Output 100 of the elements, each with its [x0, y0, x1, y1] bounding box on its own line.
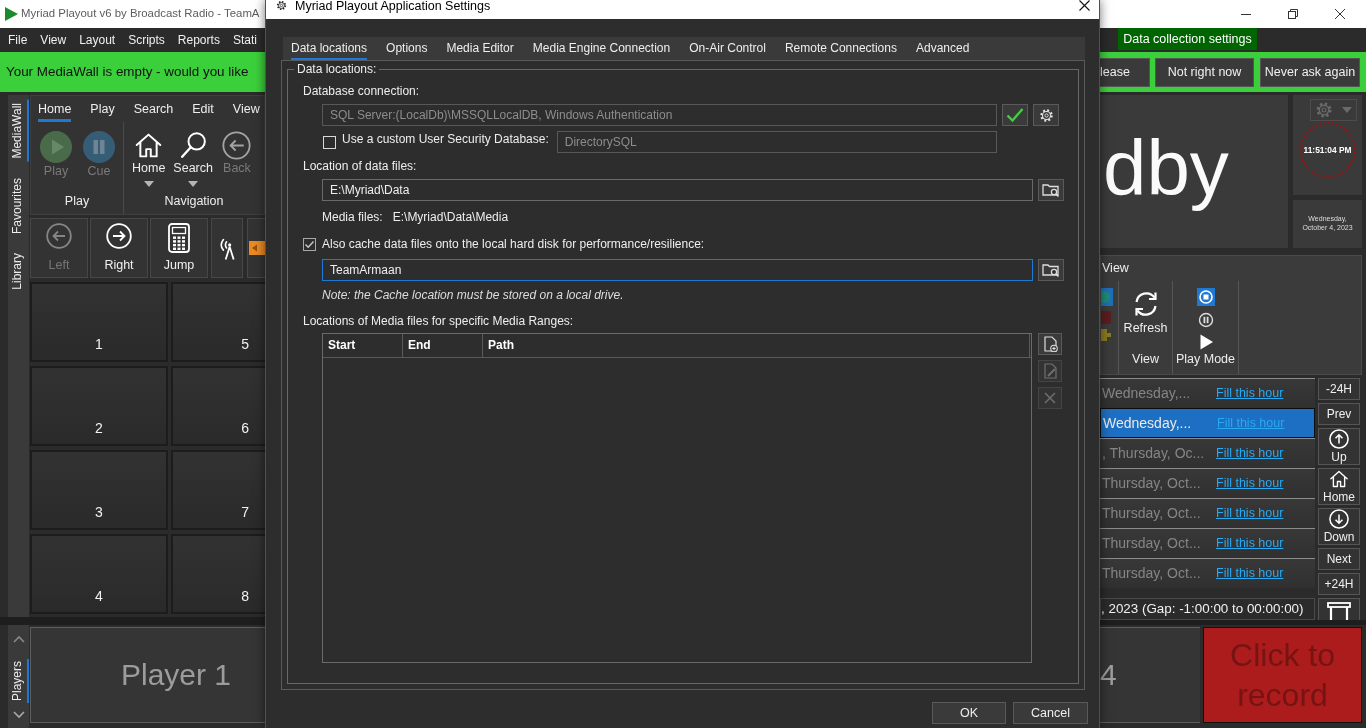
checkbox[interactable] [303, 237, 316, 251]
play-icon[interactable] [1197, 334, 1214, 350]
browse-button[interactable] [1038, 179, 1064, 201]
log-row[interactable]: Wednesday,... Fill this hour [1100, 378, 1315, 408]
log-nav-button[interactable]: Next [1318, 548, 1360, 570]
wall-slot[interactable]: 8 [171, 534, 265, 614]
settings-tab[interactable]: Data locations [291, 37, 368, 60]
toolbar-button[interactable] [247, 218, 265, 278]
tile-icon [1101, 288, 1113, 306]
fill-hour-link[interactable]: Fill this hour [1216, 446, 1284, 461]
toolbar-button[interactable]: Jump [150, 218, 208, 278]
banner-button[interactable]: Never ask again [1260, 57, 1360, 87]
banner-button[interactable]: Not right now [1155, 57, 1254, 87]
column-header[interactable]: End [403, 334, 483, 357]
pause-icon[interactable] [1197, 312, 1214, 328]
text-field[interactable]: TeamArmaan [322, 259, 1033, 281]
calculator-icon [168, 223, 190, 253]
fill-hour-link[interactable]: Fill this hour [1216, 386, 1284, 401]
wall-slot[interactable]: 4 [30, 534, 168, 614]
wall-slot[interactable]: 5 [171, 282, 265, 362]
settings-tab[interactable]: Media Editor [446, 37, 514, 60]
stop-icon[interactable] [1196, 288, 1215, 306]
log-row[interactable]: Thursday, Oct... Fill this hour [1100, 498, 1315, 528]
fill-hour-link[interactable]: Fill this hour [1216, 476, 1284, 491]
block-icon [1101, 329, 1111, 341]
dialog-title: Myriad Playout Application Settings [295, 0, 491, 12]
menu-item[interactable]: File [8, 32, 28, 48]
chevron-down-icon[interactable] [12, 711, 25, 719]
menu-item[interactable]: View [40, 32, 67, 48]
log-nav-button[interactable]: Home [1318, 468, 1360, 505]
ribbon-button[interactable]: Search [173, 131, 213, 187]
fill-hour-link[interactable]: Fill this hour [1216, 506, 1284, 521]
log-nav-button[interactable]: -24H [1318, 378, 1360, 400]
clock-time: 11:51:04 PM [1303, 144, 1352, 156]
log-nav-button[interactable]: Prev [1318, 403, 1360, 425]
log-nav-button[interactable]: Down [1318, 508, 1360, 545]
fill-hour-link[interactable]: Fill this hour [1216, 566, 1284, 581]
wall-slot[interactable]: 2 [30, 366, 168, 446]
log-date: , Thursday, Oc... [1101, 445, 1206, 462]
edit-file-icon [1042, 363, 1058, 379]
log-row[interactable]: Thursday, Oct... Fill this hour [1100, 528, 1315, 558]
data-collection-tab[interactable]: Data collection settings [1118, 28, 1257, 50]
note-text: Note: the Cache location must be stored on a local drive. [322, 287, 624, 303]
log-nav-button[interactable] [1318, 598, 1360, 620]
refresh-button[interactable]: Refresh [1123, 281, 1168, 336]
group-label: View [1131, 352, 1160, 368]
ribbon-tab[interactable]: Search [133, 100, 174, 122]
log-row[interactable]: Thursday, Oct... Fill this hour [1100, 558, 1315, 588]
menu-item[interactable]: Reports [177, 32, 220, 48]
folder-search-icon [1042, 182, 1060, 198]
ribbon-tab[interactable]: Edit [192, 100, 214, 122]
log-date: Thursday, Oct... [1101, 565, 1202, 582]
toolbar-button[interactable]: Right [90, 218, 148, 278]
ribbon-tab[interactable]: Play [90, 100, 115, 122]
window-title: Myriad Playout v6 by Broadcast Radio - TeamA [21, 7, 260, 21]
stool-icon [1327, 602, 1351, 620]
settings-tab[interactable]: Advanced [915, 37, 970, 60]
home-icon [134, 131, 164, 160]
settings-tab[interactable]: On-Air Control [689, 37, 766, 60]
app-logo-icon [5, 7, 18, 21]
tile-icon [1101, 311, 1111, 324]
menu-item[interactable]: Stati [232, 32, 257, 48]
side-tab[interactable]: Library [8, 249, 29, 293]
log-date: Thursday, Oct... [1101, 475, 1202, 492]
dialog-button[interactable]: OK [932, 702, 1006, 724]
toolbar-button[interactable] [211, 218, 243, 278]
range-action-button[interactable] [1038, 333, 1062, 355]
log-nav-button[interactable]: Up [1318, 428, 1360, 465]
chevron-up-icon[interactable] [12, 635, 25, 643]
column-header[interactable]: Path [483, 334, 1030, 357]
menu-item[interactable]: Scripts [128, 32, 165, 48]
fill-hour-link[interactable]: Fill this hour [1216, 536, 1284, 551]
close-icon [1078, 0, 1090, 11]
field-label: Location of data files: [303, 158, 417, 174]
dialog-button[interactable]: Cancel [1013, 702, 1088, 724]
settings-tab[interactable]: Options [386, 37, 428, 60]
settings-button[interactable] [1033, 104, 1059, 126]
wall-slot[interactable]: 3 [30, 450, 168, 530]
log-nav-button[interactable]: +24H [1318, 573, 1360, 595]
ribbon-button[interactable]: Home [132, 131, 166, 187]
field-label: Database connection: [303, 83, 420, 99]
banner-button[interactable]: lease [1100, 57, 1150, 87]
ribbon-tab[interactable]: View [1102, 261, 1129, 276]
wall-slot[interactable]: 7 [171, 450, 265, 530]
browse-button[interactable] [1038, 259, 1064, 281]
pause-icon [83, 131, 115, 163]
text-field[interactable]: E:\Myriad\Data [322, 179, 1033, 201]
log-row[interactable]: Thursday, Oct... Fill this hour [1100, 468, 1315, 498]
menu-item[interactable]: Layout [79, 32, 116, 48]
settings-tab[interactable]: Media Engine Connection [532, 37, 671, 60]
log-row[interactable]: Wednesday,... Fill this hour [1100, 408, 1315, 438]
wall-slot[interactable]: 1 [30, 282, 168, 362]
settings-tab[interactable]: Remote Connections [784, 37, 897, 60]
log-row[interactable]: , Thursday, Oc... Fill this hour [1100, 438, 1315, 468]
column-header[interactable]: Start [323, 334, 403, 357]
wall-slot[interactable]: 6 [171, 366, 265, 446]
group-label: Play Mode [1174, 352, 1237, 368]
ribbon-tab[interactable]: Home [38, 100, 72, 122]
ribbon-tab[interactable]: View [232, 100, 260, 122]
side-tab[interactable]: Favourites [8, 174, 29, 237]
